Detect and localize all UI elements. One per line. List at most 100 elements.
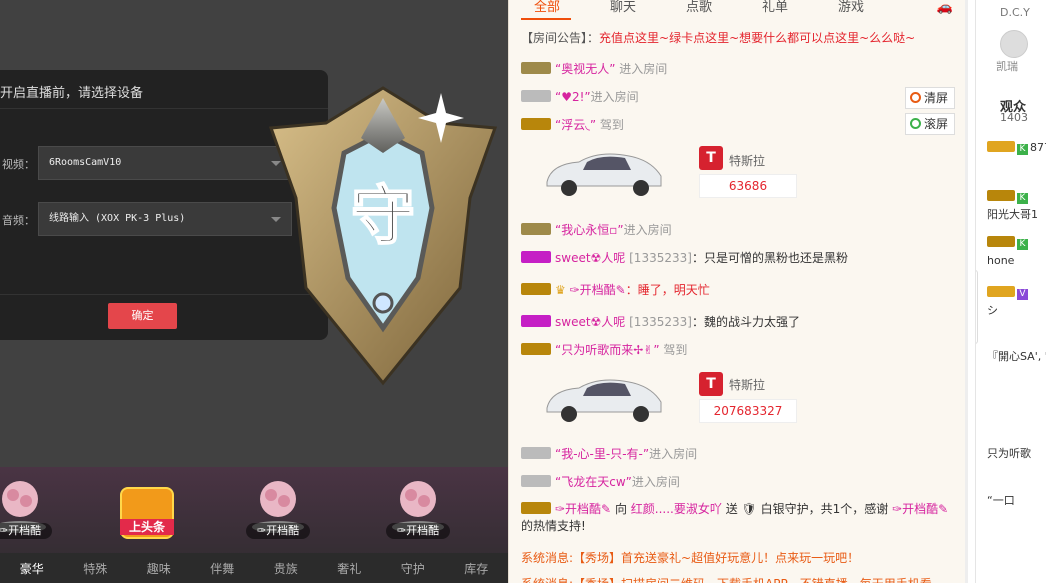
level-badge [521, 62, 551, 74]
scroll-button[interactable]: 滚屏 [905, 113, 955, 135]
chat-message: sweet☢人呢 [1335233]：魏的战斗力太强了 [521, 313, 800, 330]
message-text: 向 [614, 502, 627, 516]
user-name[interactable]: “只为听歌而来✢✌” [555, 343, 660, 357]
clear-button[interactable]: 清屏 [905, 87, 955, 109]
audience-item[interactable]: V [987, 286, 1030, 300]
chat-message: “飞龙在天cw”进入房间 [521, 473, 680, 490]
trash-icon [910, 92, 921, 103]
guard-emblem-image: 守 [268, 86, 498, 386]
check-icon [910, 118, 921, 129]
user-name[interactable]: “浮云◟” [555, 118, 596, 132]
system-message[interactable]: 系统消息:【秀场】扫描房间二维码，下载手机APP，不错直播，每天用手机看 [521, 575, 932, 583]
action-text: 驾到 [599, 118, 624, 132]
gift-tab[interactable]: 库存 [452, 560, 500, 577]
k-badge-icon: K [1017, 193, 1028, 204]
audience-item[interactable]: K877 [987, 141, 1046, 155]
user-name[interactable]: ✑开档酷✎ [555, 502, 611, 516]
user-name[interactable]: sweet☢人呢 [555, 251, 625, 265]
user-name[interactable]: 红颜.....要淑女吖 [631, 502, 722, 516]
chat-message: “浮云◟” 驾到 [521, 116, 624, 133]
level-badge [521, 251, 551, 263]
gift-item-headline[interactable]: 上头条 [106, 475, 186, 551]
tab-all[interactable]: 全部 [509, 0, 585, 20]
car-brand: 特斯拉 [729, 378, 766, 392]
car-image [546, 379, 662, 422]
user-name[interactable]: ✑开档酷✎ [570, 283, 626, 297]
video-area: 开启直播前，请选择设备 视频： 6RoomsCamV10 音频： 线路输入 (X… [0, 0, 508, 583]
audio-select[interactable]: 线路输入 (XOX PK-3 Plus) [38, 202, 292, 236]
user-name[interactable]: “♥2!” [555, 90, 591, 104]
user-name[interactable]: “我-心-里-只-有-” [555, 447, 649, 461]
audience-item[interactable]: K [987, 236, 1030, 250]
gift-item[interactable]: ✑开档酷 [0, 475, 60, 551]
gift-tab[interactable]: 奢礼 [325, 560, 373, 577]
audience-sidebar: D.C.Y 凯瑞 观众 1403 › K877 K 阳光大哥1 K hone V… [975, 0, 1046, 583]
tab-song[interactable]: 点歌 [661, 0, 737, 20]
gift-tab[interactable]: 贵族 [262, 560, 310, 577]
gift-label: ✑开档酷 [246, 523, 310, 539]
action-text: 进入房间 [623, 223, 672, 237]
car-brand: 特斯拉 [729, 154, 766, 168]
notice-label: 【房间公告】： [521, 31, 600, 45]
avatar[interactable] [1000, 30, 1028, 58]
audience-name[interactable]: 『開心SA', '↑男神 [987, 348, 1046, 364]
tab-chat[interactable]: 聊天 [585, 0, 661, 20]
gift-tab[interactable]: 特殊 [71, 560, 119, 577]
gift-tab[interactable]: 趣味 [135, 560, 183, 577]
gift-item[interactable]: ✑开档酷 [378, 475, 458, 551]
gift-tab[interactable]: 守护 [389, 560, 437, 577]
message-text: ：只是可憎的黑粉也还是黑粉 [691, 251, 848, 265]
user-name[interactable]: “飞龙在天cw” [555, 475, 632, 489]
audience-name[interactable]: 阳光大哥1 [987, 206, 1038, 222]
tab-game[interactable]: 游戏 [813, 0, 889, 20]
user-name[interactable]: 凯瑞 [996, 58, 1018, 74]
tab-underline [521, 18, 571, 20]
user-name[interactable]: “我心永恒▫” [555, 223, 624, 237]
car-image [546, 153, 662, 196]
tesla-logo: T [699, 146, 723, 170]
anchor-label: D.C.Y [1000, 6, 1030, 19]
guard-message: ✑开档酷✎ 向 红颜.....要淑女吖 送 🛡 白银守护，共1个，感谢 ✑开档酷… [521, 501, 951, 535]
gift-tab[interactable]: 伴舞 [198, 560, 246, 577]
audience-item[interactable]: K [987, 190, 1030, 204]
shield-icon: 🛡 [741, 502, 757, 516]
confirm-button[interactable]: 确定 [108, 303, 177, 329]
car-value: 207683327 [699, 399, 797, 423]
user-name[interactable]: “奥视无人” [555, 62, 615, 76]
user-name[interactable]: ✑开档酷✎ [892, 502, 948, 516]
chat-tabs: 全部 聊天 点歌 礼单 游戏 🚗 [509, 0, 968, 20]
badge-icon [987, 141, 1015, 152]
clear-label: 清屏 [924, 91, 949, 105]
audience-name[interactable]: シ [987, 302, 998, 318]
system-message[interactable]: 系统消息:【秀场】首充送豪礼~超值好玩意儿！点来玩一玩吧！ [521, 549, 859, 566]
video-label: 视频： [2, 158, 35, 171]
gift-label: ✑开档酷 [0, 523, 52, 539]
user-name[interactable]: sweet☢人呢 [555, 315, 625, 329]
badge-icon [987, 286, 1015, 297]
collapse-handle[interactable]: › [976, 270, 978, 344]
badge-icon [987, 190, 1015, 201]
tab-gifts[interactable]: 礼单 [737, 0, 813, 20]
video-value: 6RoomsCamV10 [49, 157, 122, 168]
notice-text[interactable]: 充值点这里~绿卡点这里~想要什么都可以点这里~么么哒~ [599, 31, 915, 45]
car-icon[interactable]: 🚗 [889, 0, 968, 20]
car-entry: T 特斯拉 207683327 [539, 372, 797, 432]
chat-message: “奥视无人” 进入房间 [521, 60, 667, 77]
gift-tab[interactable]: 豪华 [8, 560, 56, 577]
gift-label: 上头条 [120, 519, 174, 535]
video-select[interactable]: 6RoomsCamV10 [38, 146, 292, 180]
level-badge [521, 343, 551, 355]
audience-name[interactable]: 只为听歌 [987, 445, 1031, 461]
message-text: 的热情支持! [521, 519, 586, 533]
action-text: 进入房间 [590, 90, 639, 104]
chat-scrollbar[interactable] [965, 0, 968, 583]
gift-item[interactable]: ✑开档酷 [238, 475, 318, 551]
audience-name[interactable]: “一口 [987, 492, 1015, 508]
audience-name[interactable]: hone [987, 254, 1014, 267]
v-badge-icon: V [1017, 289, 1028, 300]
chat-message: “我心永恒▫”进入房间 [521, 221, 672, 238]
viewers-count: 1403 [1000, 111, 1028, 124]
level-badge [521, 223, 551, 235]
user-id: [1335233] [629, 251, 692, 265]
scroll-label: 滚屏 [924, 117, 949, 131]
